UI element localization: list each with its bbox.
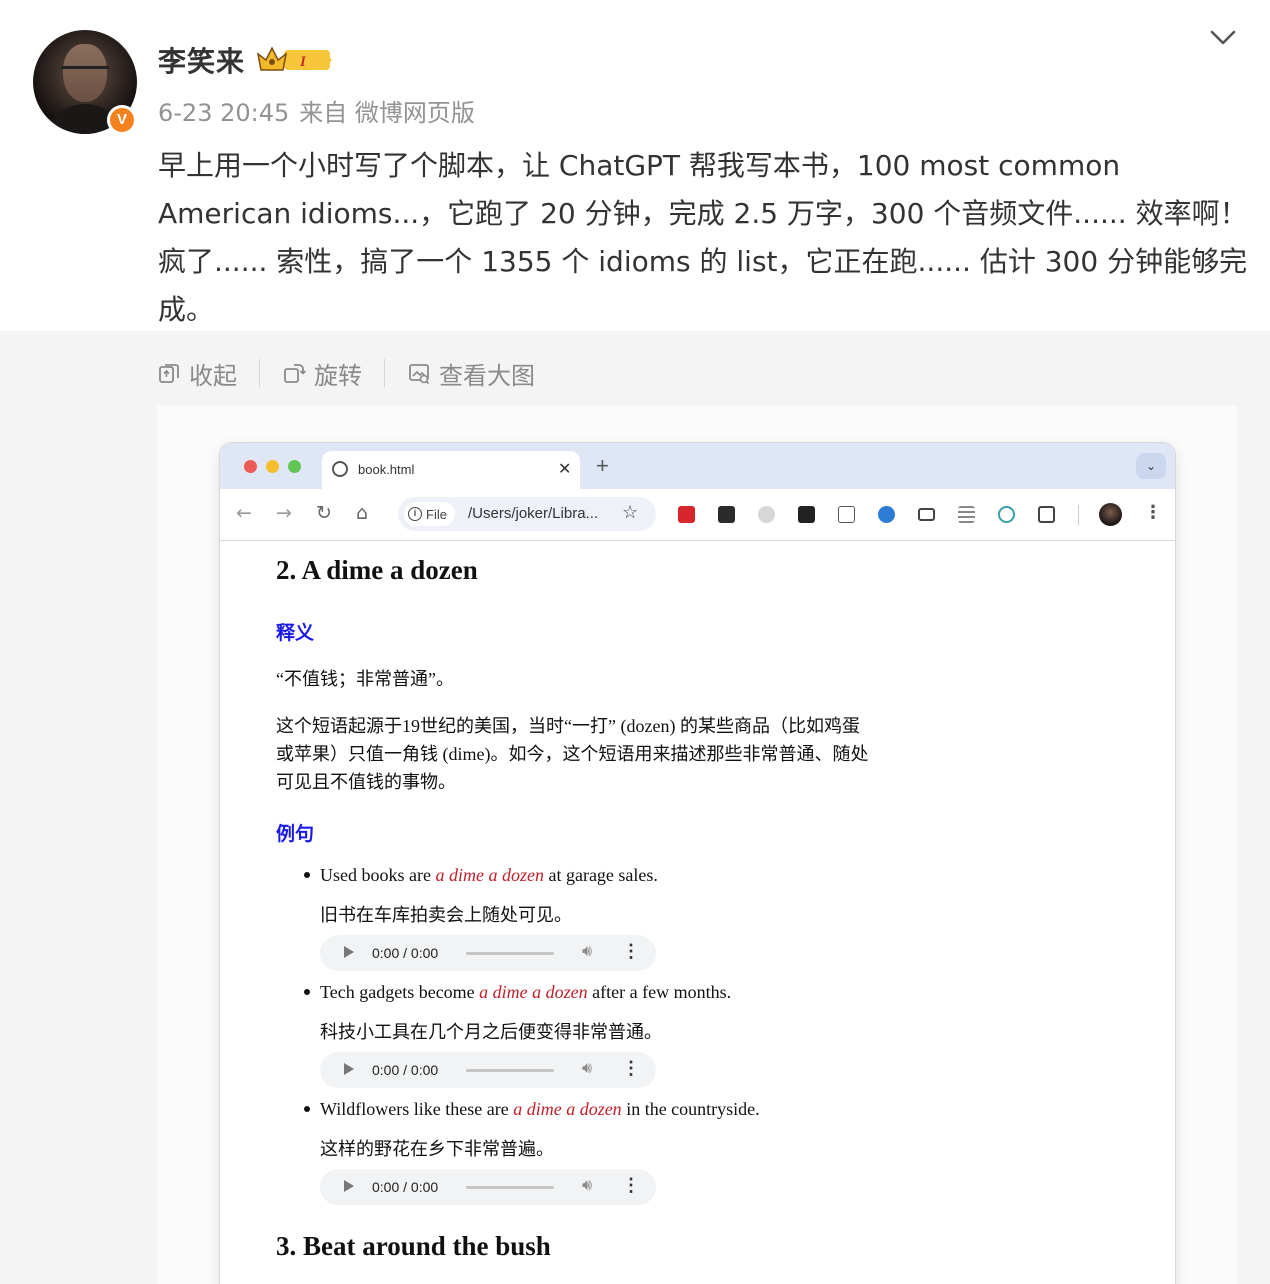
post-time[interactable]: 6-23 20:45 [158, 99, 289, 127]
example-sentence: Used books are a dime a dozen at garage … [304, 865, 658, 886]
example-translation: 这样的野花在乡下非常普遍。 [320, 1139, 554, 1159]
browser-window: book.html ✕ + ⌄ ← → ↻ ⌂ i File /Users/jo… [220, 443, 1175, 1284]
chevron-down-icon[interactable] [1208, 26, 1238, 50]
member-level-text: I [299, 54, 307, 70]
new-tab-button[interactable]: + [596, 453, 609, 479]
play-icon[interactable] [344, 1180, 354, 1192]
page-content: 2. A dime a dozen 释义 “不值钱；非常普通”。 这个短语起源于… [220, 541, 1175, 1284]
audio-progress-slider[interactable] [466, 952, 554, 955]
audio-player[interactable]: 0:00 / 0:00 🔊︎ ⋮ [320, 935, 656, 971]
profile-icon[interactable] [1099, 503, 1122, 526]
url-text[interactable]: /Users/joker/Libra... [468, 505, 616, 522]
extension-icon-list[interactable] [958, 506, 975, 523]
extension-icon-fs[interactable] [838, 506, 855, 523]
rotate-button[interactable]: 旋转 [282, 356, 362, 391]
globe-icon [332, 461, 348, 477]
toolbar-divider [384, 359, 385, 387]
extension-icon-chain[interactable] [998, 506, 1015, 523]
origin-line: 这个短语起源于19世纪的美国，当时“一打” (dozen) 的某些商品（比如鸡蛋 [276, 716, 860, 736]
tab-close-button[interactable]: ✕ [558, 459, 571, 479]
minimize-window-button[interactable] [266, 460, 279, 473]
audio-time: 0:00 / 0:00 [372, 1179, 439, 1195]
view-large-button[interactable]: 查看大图 [407, 356, 535, 391]
audio-more-icon[interactable]: ⋮ [622, 941, 640, 962]
back-button[interactable]: ← [236, 502, 252, 524]
post-text: 早上用一个小时写了个脚本，让 ChatGPT 帮我写本书，100 most co… [158, 149, 1248, 326]
collapse-label: 收起 [189, 361, 237, 390]
section-3-heading: 3. Beat around the bush [276, 1231, 551, 1261]
tab-search-button[interactable]: ⌄ [1136, 453, 1166, 479]
reload-button[interactable]: ↻ [316, 502, 332, 524]
audio-player[interactable]: 0:00 / 0:00 🔊︎ ⋮ [320, 1052, 656, 1088]
audio-time: 0:00 / 0:00 [372, 1062, 439, 1078]
toolbar-divider [259, 359, 260, 387]
member-level-badge[interactable]: I [256, 44, 334, 74]
audio-player[interactable]: 0:00 / 0:00 🔊︎ ⋮ [320, 1169, 656, 1205]
view-large-label: 查看大图 [439, 361, 535, 390]
section-2-heading: 2. A dime a dozen [276, 555, 478, 585]
navigation-bar: ← → ↻ ⌂ i File /Users/joker/Libra... ☆ ⋮ [220, 489, 1175, 541]
play-icon[interactable] [344, 1063, 354, 1075]
address-bar[interactable]: i File /Users/joker/Libra... ☆ [398, 497, 656, 531]
extension-icon-reader[interactable] [918, 508, 935, 521]
media-toolbar: 收起 旋转 查看大图 [157, 356, 535, 390]
examples-label: 例句 [276, 824, 315, 845]
post-meta: 6-23 20:45 来自 微博网页版 [158, 93, 485, 128]
star-icon[interactable]: ☆ [622, 502, 638, 523]
rotate-icon [284, 364, 306, 383]
home-button[interactable]: ⌂ [356, 502, 368, 524]
volume-icon[interactable]: 🔊︎ [582, 943, 592, 961]
site-info-chip[interactable]: i File [404, 502, 455, 526]
tab-title: book.html [358, 462, 415, 477]
collapse-icon [159, 364, 179, 383]
audio-progress-slider[interactable] [466, 1186, 554, 1189]
audio-time: 0:00 / 0:00 [372, 945, 439, 961]
audio-more-icon[interactable]: ⋮ [622, 1175, 640, 1196]
extension-icon-globe[interactable] [878, 506, 895, 523]
post-source: 来自 微博网页版 [299, 99, 475, 127]
idiom-highlight: a dime a dozen [479, 982, 588, 1002]
idiom-highlight: a dime a dozen [513, 1099, 622, 1119]
meaning-label: 释义 [276, 623, 315, 644]
rotate-label: 旋转 [314, 361, 362, 390]
extension-icon-red[interactable] [678, 506, 695, 523]
origin-line: 或苹果）只值一角钱 (dime)。如今，这个短语用来描述那些非常普通、随处 [276, 744, 869, 764]
tab-book-html[interactable]: book.html ✕ [322, 451, 580, 489]
author-name[interactable]: 李笑来 [158, 40, 245, 80]
maximize-window-button[interactable] [288, 460, 301, 473]
view-large-icon [409, 364, 430, 385]
extension-icon-weibo[interactable] [758, 506, 775, 523]
example-sentence: Tech gadgets become a dime a dozen after… [304, 982, 731, 1003]
example-translation: 旧书在车库拍卖会上随处可见。 [320, 905, 572, 925]
toolbar-separator [1078, 505, 1079, 525]
origin-line: 可见且不值钱的事物。 [276, 772, 456, 792]
example-sentence: Wildflowers like these are a dime a doze… [304, 1099, 760, 1120]
volume-icon[interactable]: 🔊︎ [582, 1177, 592, 1195]
collapse-button[interactable]: 收起 [157, 356, 237, 391]
meaning-text: “不值钱；非常普通”。 [276, 669, 454, 689]
url-scheme-label: File [426, 506, 447, 522]
example-translation: 科技小工具在几个月之后便变得非常普通。 [320, 1022, 662, 1042]
tab-strip: book.html ✕ + ⌄ [220, 443, 1175, 489]
volume-icon[interactable]: 🔊︎ [582, 1060, 592, 1078]
kebab-icon[interactable]: ⋮ [1144, 502, 1162, 523]
origin-paragraph: 这个短语起源于19世纪的美国，当时“一打” (dozen) 的某些商品（比如鸡蛋… [276, 712, 956, 796]
extensions-puzzle-icon[interactable] [1038, 506, 1055, 523]
verified-badge: V [107, 105, 137, 135]
audio-more-icon[interactable]: ⋮ [622, 1058, 640, 1079]
close-window-button[interactable] [244, 460, 257, 473]
extension-icon-music[interactable] [798, 506, 815, 523]
info-icon: i [408, 507, 422, 521]
extension-icon-se[interactable] [718, 506, 735, 523]
forward-button[interactable]: → [276, 502, 292, 524]
audio-progress-slider[interactable] [466, 1069, 554, 1072]
idiom-highlight: a dime a dozen [435, 865, 544, 885]
play-icon[interactable] [344, 946, 354, 958]
